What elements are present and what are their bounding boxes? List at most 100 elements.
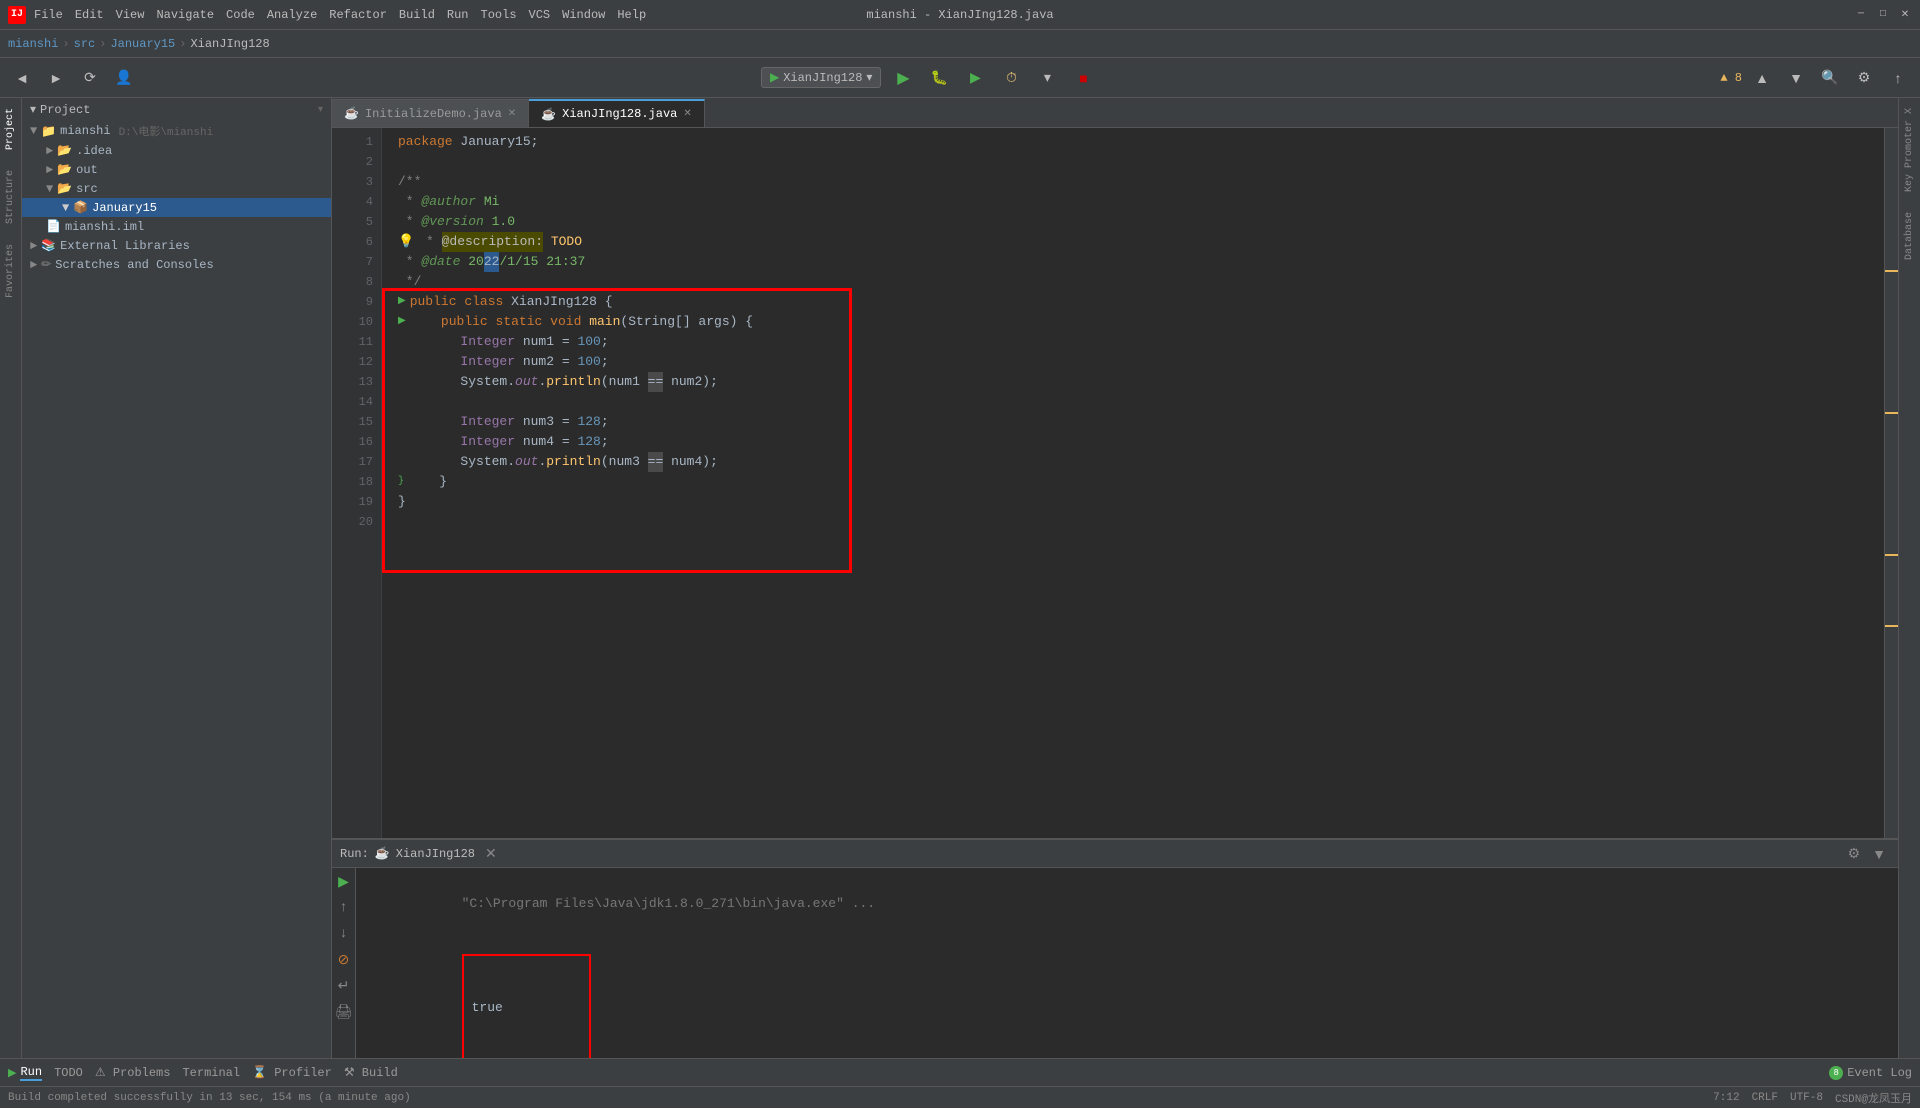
play-button[interactable]: ▶ xyxy=(334,872,354,892)
menu-tools[interactable]: Tools xyxy=(481,8,517,22)
settings-button[interactable]: ⚙ xyxy=(1850,64,1878,92)
editor-tabs: ☕ InitializeDemo.java ✕ ☕ XianJIng128.ja… xyxy=(332,98,1898,128)
terminal-bottom-tab[interactable]: Terminal xyxy=(182,1066,240,1080)
todo-bottom-tab[interactable]: TODO xyxy=(54,1066,83,1080)
stop-button[interactable]: ■ xyxy=(1069,64,1097,92)
tree-january15[interactable]: ▼ 📦 January15 xyxy=(22,198,331,217)
menu-build[interactable]: Build xyxy=(399,8,435,22)
tab-initialize-demo[interactable]: ☕ InitializeDemo.java ✕ xyxy=(332,99,529,127)
editor-wrapper[interactable]: package January15; /** * @author Mi xyxy=(382,128,1898,838)
database-tab[interactable]: Database xyxy=(1902,206,1917,266)
breadcrumb-package[interactable]: January15 xyxy=(110,37,175,51)
search-button[interactable]: 🔍 xyxy=(1816,64,1844,92)
console-output-block: true false xyxy=(368,934,1886,1058)
tree-scratches[interactable]: ► ✏ Scratches and Consoles xyxy=(22,255,331,274)
tree-root-mianshi[interactable]: ▼ 📁 mianshi D:\电影\mianshi xyxy=(22,121,331,141)
project-sidebar: ▾ Project ▾ ▼ 📁 mianshi D:\电影\mianshi ► … xyxy=(22,98,332,1058)
favorites-tab-button[interactable]: Favorites xyxy=(3,238,18,304)
project-tab-button[interactable]: Project xyxy=(3,102,18,156)
menu-help[interactable]: Help xyxy=(617,8,646,22)
key-promoter-tab[interactable]: Key Promoter X xyxy=(1902,102,1917,198)
menu-code[interactable]: Code xyxy=(226,8,255,22)
menu-file[interactable]: File xyxy=(34,8,63,22)
breadcrumb-project[interactable]: mianshi xyxy=(8,37,58,51)
tab-xianjing128[interactable]: ☕ XianJIng128.java ✕ xyxy=(529,99,705,127)
cursor-position[interactable]: 7:12 xyxy=(1713,1092,1739,1104)
menu-analyze[interactable]: Analyze xyxy=(267,8,317,22)
profiler-bottom-tab[interactable]: ⌛ Profiler xyxy=(252,1065,332,1080)
charset[interactable]: UTF-8 xyxy=(1790,1092,1823,1104)
folder-icon: 📂 xyxy=(57,162,72,177)
warning-nav-up[interactable]: ▲ xyxy=(1748,64,1776,92)
more-run-button[interactable]: ▾ xyxy=(1033,64,1061,92)
run-button[interactable]: ▶ xyxy=(889,64,917,92)
run-config-selector[interactable]: ▶ XianJIng128 ▾ xyxy=(761,67,881,88)
code-line-2 xyxy=(398,152,1884,172)
tree-out[interactable]: ► 📂 out xyxy=(22,160,331,179)
tree-src[interactable]: ▼ 📂 src xyxy=(22,179,331,198)
settings-panel-button[interactable]: ⚙ xyxy=(1844,843,1865,864)
project-dropdown-icon: ▾ xyxy=(30,102,36,117)
line-ending[interactable]: CRLF xyxy=(1752,1092,1778,1104)
clear-button[interactable]: ⊘ xyxy=(334,950,354,970)
tree-idea[interactable]: ► 📂 .idea xyxy=(22,141,331,160)
collapse-icon: ► xyxy=(46,144,53,158)
build-bottom-tab[interactable]: ⚒ Build xyxy=(344,1065,398,1080)
warning-nav-down[interactable]: ▼ xyxy=(1782,64,1810,92)
update-button[interactable]: ↑ xyxy=(1884,64,1912,92)
code-line-4: * @author Mi xyxy=(398,192,1884,212)
menu-bar: File Edit View Navigate Code Analyze Ref… xyxy=(34,8,646,22)
folder-icon: 📂 xyxy=(57,143,72,158)
tree-external-libraries[interactable]: ► 📚 External Libraries xyxy=(22,236,331,255)
tab-close-2[interactable]: ✕ xyxy=(683,108,691,120)
status-bar-right: 7:12 CRLF UTF-8 CSDN@龙凤玉月 xyxy=(1713,1090,1912,1106)
code-line-9: ▶ public class XianJIng128 { xyxy=(398,292,1884,312)
expand-icon: ▼ xyxy=(62,201,69,215)
code-line-10: ▶ public static void main(String[] args)… xyxy=(398,312,1884,332)
menu-refactor[interactable]: Refactor xyxy=(329,8,387,22)
scroll-down-button[interactable]: ↓ xyxy=(334,924,354,944)
menu-window[interactable]: Window xyxy=(562,8,605,22)
tab-label-1: InitializeDemo.java xyxy=(365,107,502,121)
file-icon: 📄 xyxy=(46,219,61,234)
tree-item-label: out xyxy=(76,163,98,177)
project-header[interactable]: ▾ Project ▾ xyxy=(22,98,331,121)
hide-panel-button[interactable]: ▼ xyxy=(1868,843,1890,864)
back-button[interactable]: ◄ xyxy=(8,64,36,92)
tree-mianshi-iml[interactable]: 📄 mianshi.iml xyxy=(22,217,331,236)
code-content[interactable]: package January15; /** * @author Mi xyxy=(382,128,1884,838)
breadcrumb-sep2: › xyxy=(99,37,106,51)
window-controls: ─ □ ✕ xyxy=(1854,8,1912,22)
print-button[interactable]: 🖨 xyxy=(334,1002,354,1022)
menu-run[interactable]: Run xyxy=(447,8,469,22)
structure-tab-button[interactable]: Structure xyxy=(3,164,18,230)
close-button[interactable]: ✕ xyxy=(1898,8,1912,22)
console-content[interactable]: "C:\Program Files\Java\jdk1.8.0_271\bin\… xyxy=(356,868,1898,1058)
forward-button[interactable]: ► xyxy=(42,64,70,92)
warnings-indicator[interactable]: ▲ 8 xyxy=(1720,71,1742,85)
minimize-button[interactable]: ─ xyxy=(1854,8,1868,22)
tree-item-label: mianshi.iml xyxy=(65,220,144,234)
user-info: CSDN@龙凤玉月 xyxy=(1835,1090,1912,1106)
problems-bottom-tab[interactable]: ⚠ Problems xyxy=(95,1065,171,1080)
tab-close-1[interactable]: ✕ xyxy=(508,108,516,120)
user-button[interactable]: 👤 xyxy=(110,64,138,92)
close-run-button[interactable]: ✕ xyxy=(481,843,501,864)
menu-navigate[interactable]: Navigate xyxy=(156,8,214,22)
bottom-panel: Run: ☕ XianJIng128 ✕ ⚙ ▼ ▶ ↑ ↓ ⊘ xyxy=(332,838,1898,1058)
maximize-button[interactable]: □ xyxy=(1876,8,1890,22)
breadcrumb-src[interactable]: src xyxy=(74,37,96,51)
debug-button[interactable]: 🐛 xyxy=(925,64,953,92)
coverage-button[interactable]: ▶ xyxy=(961,64,989,92)
warning-marker-2 xyxy=(1885,412,1898,414)
menu-view[interactable]: View xyxy=(116,8,145,22)
wrap-button[interactable]: ↵ xyxy=(334,976,354,996)
navigate-recent-button[interactable]: ⟳ xyxy=(76,64,104,92)
event-log-tab[interactable]: 8 Event Log xyxy=(1829,1066,1912,1080)
run-bottom-tab[interactable]: ▶ Run xyxy=(8,1065,42,1081)
code-line-15: Integer num3 = 128; xyxy=(398,412,1884,432)
menu-edit[interactable]: Edit xyxy=(75,8,104,22)
scroll-up-button[interactable]: ↑ xyxy=(334,898,354,918)
menu-vcs[interactable]: VCS xyxy=(529,8,551,22)
profile-button[interactable]: ⏱ xyxy=(997,64,1025,92)
